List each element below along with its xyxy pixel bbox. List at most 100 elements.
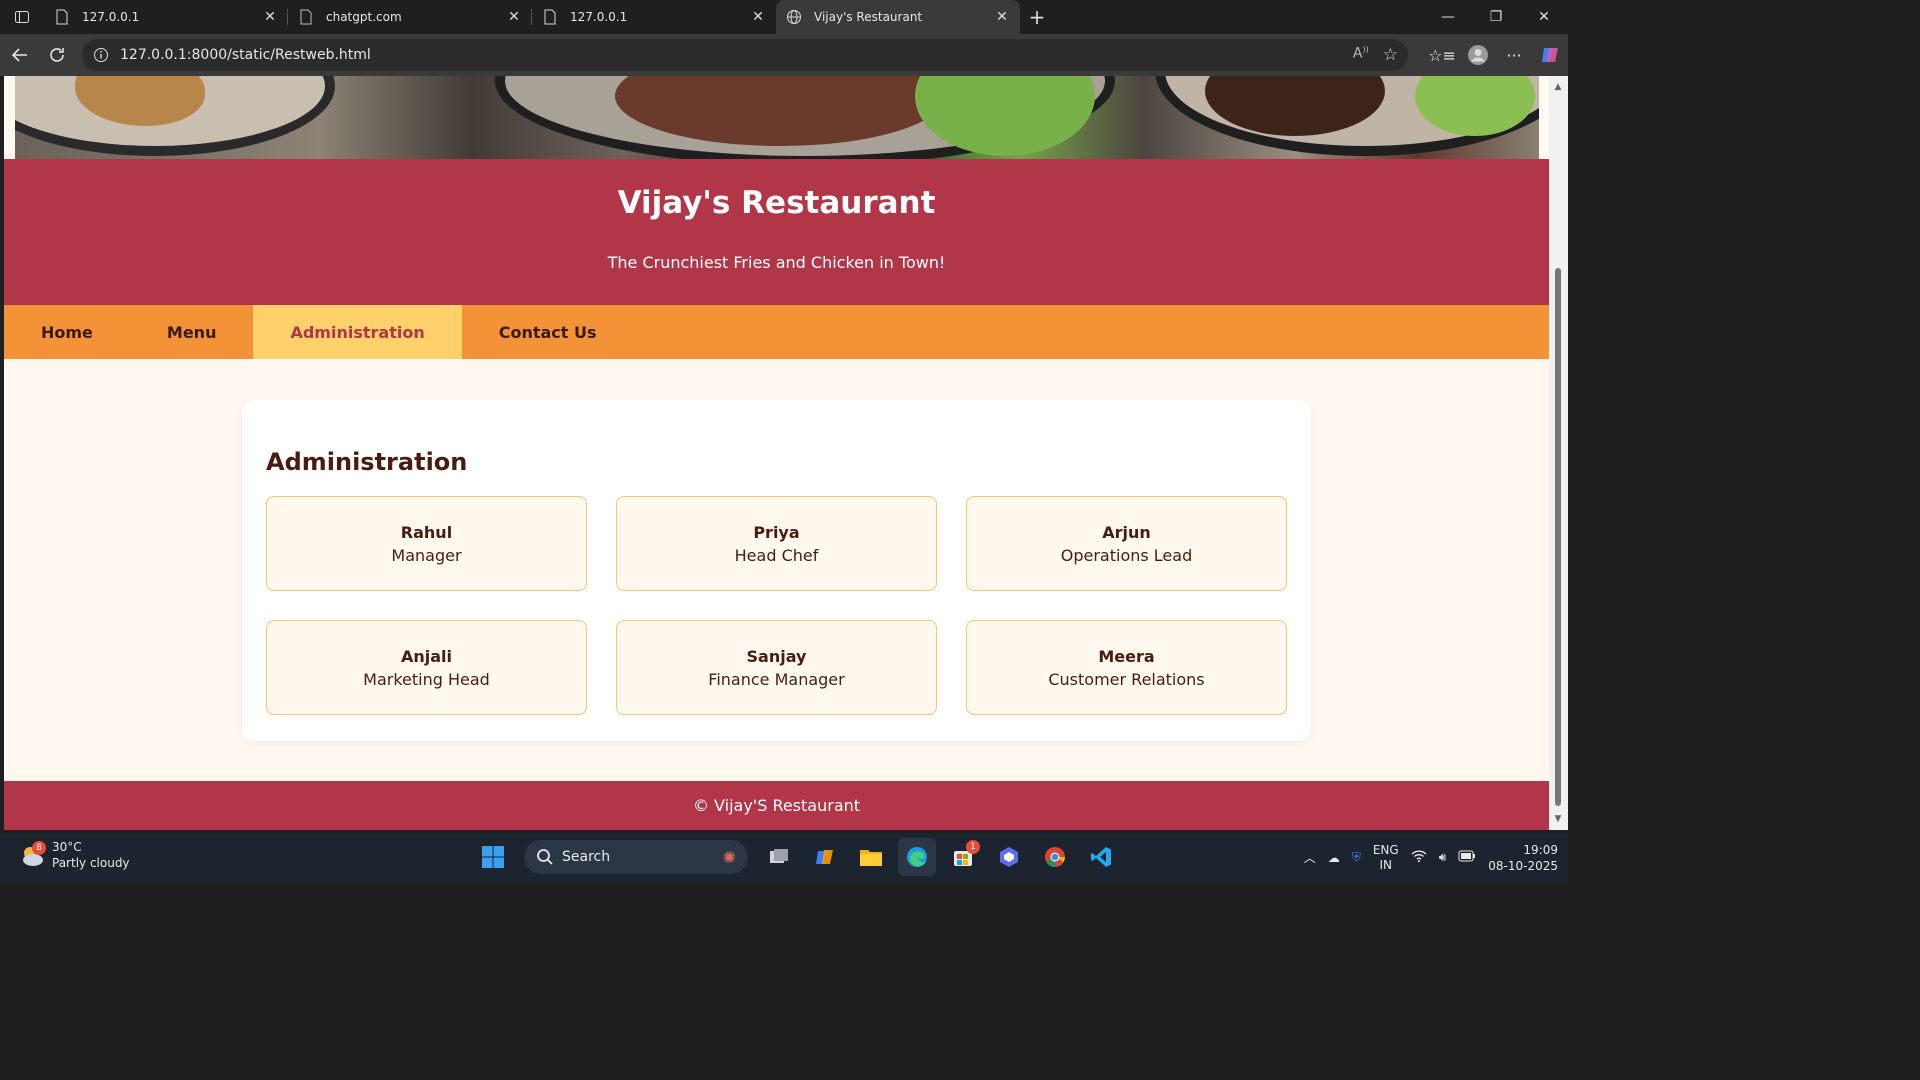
copilot-icon[interactable] — [1532, 37, 1568, 73]
wifi-icon[interactable] — [1411, 849, 1427, 866]
close-window-button[interactable]: ✕ — [1520, 0, 1568, 34]
staff-grid: Rahul Manager Priya Head Chef Arjun Oper… — [266, 496, 1287, 715]
administration-section: Administration Rahul Manager Priya Head … — [242, 400, 1311, 741]
staff-name: Sanjay — [746, 646, 807, 666]
back-button[interactable] — [2, 37, 38, 73]
site-tagline: The Crunchiest Fries and Chicken in Town… — [607, 253, 946, 272]
language-code: ENG — [1372, 842, 1399, 857]
chatgpt-icon — [298, 9, 314, 25]
tab-actions-button[interactable] — [0, 0, 44, 34]
staff-role: Marketing Head — [363, 669, 490, 689]
chrome-browser-icon[interactable] — [1036, 838, 1074, 876]
windows-logo-icon — [482, 846, 504, 868]
file-icon — [54, 9, 70, 25]
file-icon — [542, 9, 558, 25]
staff-name: Priya — [753, 522, 800, 542]
staff-card: Sanjay Finance Manager — [616, 620, 937, 715]
new-tab-button[interactable]: + — [1020, 0, 1054, 34]
battery-icon[interactable] — [1458, 850, 1476, 865]
search-label: Search — [562, 849, 611, 865]
page-scrollbar[interactable]: ▲ ▼ — [1549, 76, 1568, 830]
site-info-icon[interactable] — [92, 46, 110, 64]
profile-avatar-icon[interactable] — [1460, 37, 1496, 73]
site-header: Vijay's Restaurant The Crunchiest Fries … — [4, 159, 1549, 305]
address-bar[interactable]: 127.0.0.1:8000/static/Restweb.html A)) ☆ — [82, 39, 1408, 71]
close-tab-icon[interactable]: ✕ — [506, 9, 522, 25]
tab-bar: 127.0.0.1 ✕ chatgpt.com ✕ 127.0.0.1 ✕ Vi… — [0, 0, 1568, 34]
nav-administration[interactable]: Administration — [253, 305, 462, 359]
weather-temp: 30°C — [52, 840, 82, 854]
tab-actions-icon — [15, 11, 29, 23]
tab-title: Vijay's Restaurant — [814, 10, 923, 24]
close-tab-icon[interactable]: ✕ — [262, 9, 278, 25]
address-bar-actions: A)) ☆ — [1353, 45, 1398, 65]
site-title: Vijay's Restaurant — [617, 185, 936, 221]
tab-title: 127.0.0.1 — [82, 10, 140, 24]
favorites-icon[interactable]: ☆≡ — [1424, 37, 1460, 73]
toolbar-right: ☆≡ ··· — [1424, 34, 1568, 76]
task-view-icon[interactable] — [760, 838, 798, 876]
weather-desc: Partly cloudy — [52, 856, 130, 870]
chevron-up-icon[interactable]: ︿ — [1304, 849, 1316, 866]
language-indicator[interactable]: ENG IN — [1373, 843, 1399, 873]
close-tab-icon[interactable]: ✕ — [994, 9, 1010, 25]
search-icon — [537, 849, 553, 865]
nav-home[interactable]: Home — [4, 305, 130, 359]
staff-role: Manager — [391, 545, 462, 565]
globe-icon — [786, 9, 802, 25]
refresh-icon — [50, 48, 64, 62]
staff-card: Anjali Marketing Head — [266, 620, 587, 715]
clock-time: 19:09 — [1523, 842, 1558, 857]
tab-1[interactable]: 127.0.0.1 ✕ — [44, 0, 288, 34]
onedrive-cloud-icon[interactable]: ☁ — [1328, 851, 1340, 865]
staff-name: Meera — [1098, 646, 1155, 666]
tab-2[interactable]: chatgpt.com ✕ — [288, 0, 532, 34]
favorite-star-icon[interactable]: ☆ — [1383, 45, 1398, 65]
staff-card: Rahul Manager — [266, 496, 587, 591]
microsoft-store-icon[interactable]: 1 — [944, 838, 982, 876]
page-viewport: Vijay's Restaurant The Crunchiest Fries … — [4, 76, 1549, 830]
search-highlight-icon: ✺ — [722, 847, 736, 867]
staff-role: Customer Relations — [1048, 669, 1205, 689]
system-tray: ︿ ☁ ⛨ ENG IN 🔊︎ 19:09 08-10-2025 — [1304, 833, 1558, 882]
tab-4-active[interactable]: Vijay's Restaurant ✕ — [776, 0, 1020, 34]
scrollbar-thumb[interactable] — [1555, 268, 1561, 806]
restore-button[interactable]: ❐ — [1472, 0, 1520, 34]
weather-badge: 8 — [32, 841, 46, 855]
start-button[interactable] — [474, 838, 512, 876]
url-text[interactable]: 127.0.0.1:8000/static/Restweb.html — [120, 47, 1353, 63]
clock[interactable]: 19:09 08-10-2025 — [1488, 842, 1558, 874]
minimize-button[interactable]: — — [1424, 0, 1472, 34]
app-launcher-icon[interactable] — [990, 838, 1028, 876]
scroll-up-arrow-icon[interactable]: ▲ — [1553, 82, 1563, 92]
refresh-button[interactable] — [39, 37, 75, 73]
staff-name: Anjali — [400, 646, 453, 666]
staff-name: Arjun — [1102, 522, 1151, 542]
store-badge: 1 — [966, 840, 980, 854]
taskbar-apps: Search ✺ 1 — [474, 837, 1120, 877]
vscode-icon[interactable] — [1082, 838, 1120, 876]
read-aloud-icon[interactable]: A)) — [1353, 45, 1369, 65]
window-controls: — ❐ ✕ — [1424, 0, 1568, 34]
staff-role: Head Chef — [734, 545, 819, 565]
more-options-icon[interactable]: ··· — [1496, 37, 1532, 73]
site-nav: Home Menu Administration Contact Us — [4, 305, 1549, 359]
copilot-app-icon[interactable] — [806, 838, 844, 876]
edge-browser-icon[interactable] — [898, 838, 936, 876]
security-shield-icon[interactable]: ⛨ — [1352, 850, 1361, 865]
tab-title: chatgpt.com — [326, 10, 402, 24]
file-explorer-icon[interactable] — [852, 838, 890, 876]
staff-role: Finance Manager — [708, 669, 845, 689]
taskbar-search[interactable]: Search ✺ — [524, 840, 748, 874]
weather-text: 30°C Partly cloudy — [52, 839, 130, 871]
scroll-down-arrow-icon[interactable]: ▼ — [1553, 814, 1563, 824]
close-tab-icon[interactable]: ✕ — [750, 9, 766, 25]
nav-menu[interactable]: Menu — [130, 305, 254, 359]
tab-3[interactable]: 127.0.0.1 ✕ — [532, 0, 776, 34]
staff-card: Meera Customer Relations — [966, 620, 1287, 715]
weather-widget[interactable]: 8 30°C Partly cloudy — [18, 839, 130, 871]
windows-taskbar: 8 30°C Partly cloudy Search ✺ 1 ︿ ☁ ⛨ EN… — [0, 833, 1568, 882]
clock-date: 08-10-2025 — [1488, 858, 1558, 873]
nav-contact-us[interactable]: Contact Us — [462, 305, 634, 359]
volume-icon[interactable]: 🔊︎ — [1439, 850, 1447, 865]
